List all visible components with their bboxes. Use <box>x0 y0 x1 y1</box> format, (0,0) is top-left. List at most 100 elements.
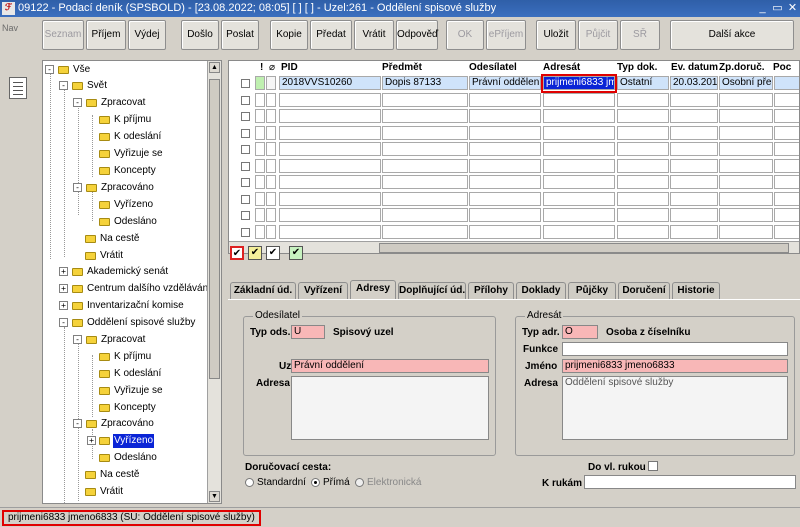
eprijem-button[interactable]: ePříjem <box>486 20 526 50</box>
grid-cell[interactable] <box>670 125 718 140</box>
grid-cell[interactable] <box>719 109 773 123</box>
grid-cell[interactable] <box>469 191 541 206</box>
grid-cell[interactable] <box>617 191 669 206</box>
grid-cell[interactable] <box>382 142 468 156</box>
grid-cell[interactable] <box>617 125 669 140</box>
tab-doplnujici[interactable]: Doplňující úd. <box>398 282 466 299</box>
grid-cell[interactable] <box>382 191 468 206</box>
grid-cell[interactable] <box>279 175 381 189</box>
grid-cell[interactable] <box>469 109 541 123</box>
grid-cell[interactable] <box>382 208 468 222</box>
grid-cell[interactable] <box>469 125 541 140</box>
row-checkbox[interactable] <box>241 112 250 121</box>
ulozit-button[interactable]: Uložit <box>536 20 576 50</box>
grid-cell[interactable] <box>774 158 799 173</box>
grid-cell[interactable] <box>255 208 265 222</box>
odpoved-button[interactable]: Odpověď <box>396 20 438 50</box>
grid-cell[interactable] <box>279 158 381 173</box>
grid-cell[interactable] <box>382 175 468 189</box>
ok-button[interactable]: OK <box>446 20 484 50</box>
grid-cell[interactable] <box>279 92 381 107</box>
grid-cell[interactable] <box>719 142 773 156</box>
grid-cell[interactable] <box>617 92 669 107</box>
grid-cell[interactable] <box>382 224 468 239</box>
grid-cell[interactable] <box>543 208 615 222</box>
grid-cell[interactable] <box>266 175 276 189</box>
grid-cell[interactable] <box>774 109 799 123</box>
scroll-down-icon[interactable]: ▼ <box>209 491 220 502</box>
typ-ods-field[interactable]: U <box>291 325 325 339</box>
grid-cell[interactable] <box>469 92 541 107</box>
grid-cell[interactable] <box>543 175 615 189</box>
radio-standardni[interactable] <box>245 478 254 487</box>
tab-zakladni[interactable]: Základní úd. <box>230 282 296 299</box>
grid-cell[interactable] <box>255 142 265 156</box>
grid-cell[interactable] <box>617 208 669 222</box>
tree-scrollbar[interactable]: ▲ ▼ <box>207 61 221 503</box>
tab-doruceni[interactable]: Doručení <box>618 282 670 299</box>
dalsi-akce-button[interactable]: Další akce <box>670 20 794 50</box>
grid-cell[interactable] <box>774 125 799 140</box>
prijem-button[interactable]: Příjem <box>86 20 126 50</box>
tab-pujcky[interactable]: Půjčky <box>568 282 616 299</box>
filter-checkbox-red[interactable]: ✔ <box>230 246 244 260</box>
vratit-button[interactable]: Vrátit <box>354 20 394 50</box>
grid-cell[interactable] <box>617 142 669 156</box>
tab-doklady[interactable]: Doklady <box>516 282 566 299</box>
grid-cell[interactable] <box>774 175 799 189</box>
grid-cell[interactable] <box>543 224 615 239</box>
scroll-thumb[interactable] <box>379 243 789 253</box>
row-checkbox[interactable] <box>241 95 250 105</box>
grid-cell[interactable] <box>719 92 773 107</box>
row-checkbox[interactable] <box>241 227 250 237</box>
grid-cell[interactable] <box>543 191 615 206</box>
grid-cell[interactable] <box>382 92 468 107</box>
row-checkbox[interactable] <box>241 211 250 220</box>
jmeno-field[interactable]: prijmeni6833 jmeno6833 <box>562 359 788 373</box>
grid-cell[interactable] <box>279 109 381 123</box>
grid-cell[interactable] <box>382 125 468 140</box>
grid-cell[interactable] <box>543 125 615 140</box>
tab-adresy[interactable]: Adresy <box>350 280 396 300</box>
filter-checkbox-white[interactable]: ✔ <box>266 246 280 260</box>
grid-cell[interactable] <box>719 208 773 222</box>
predat-button[interactable]: Předat <box>310 20 352 50</box>
grid-cell[interactable] <box>255 92 265 107</box>
grid-cell[interactable] <box>266 142 276 156</box>
grid-cell[interactable] <box>266 208 276 222</box>
grid-cell[interactable] <box>255 191 265 206</box>
paperclip-icon[interactable]: ⌀ <box>269 61 279 74</box>
scroll-thumb[interactable] <box>209 79 220 379</box>
adresat-adresa-field[interactable]: Oddělení spisové služby <box>562 376 788 440</box>
row-checkbox[interactable] <box>241 145 250 154</box>
grid-cell[interactable] <box>774 224 799 239</box>
cell-ev-datum[interactable]: 20.03.2018 <box>670 76 718 90</box>
grid-cell[interactable] <box>719 175 773 189</box>
scroll-up-icon[interactable]: ▲ <box>209 62 220 73</box>
grid-cell[interactable] <box>670 175 718 189</box>
kopie-button[interactable]: Kopie <box>270 20 308 50</box>
grid-cell[interactable] <box>543 142 615 156</box>
grid-cell[interactable] <box>670 92 718 107</box>
column-header[interactable]: Odesílatel <box>469 61 539 74</box>
close-button[interactable]: ✕ <box>785 1 800 15</box>
grid-cell[interactable] <box>543 92 615 107</box>
filter-checkbox-yellow[interactable]: ✔ <box>248 246 262 260</box>
grid-cell[interactable] <box>719 191 773 206</box>
grid-cell[interactable] <box>719 158 773 173</box>
grid-cell[interactable] <box>670 208 718 222</box>
grid-cell[interactable] <box>279 125 381 140</box>
k-rukam-field[interactable] <box>584 475 796 489</box>
grid-cell[interactable] <box>255 158 265 173</box>
tab-vyrizeni[interactable]: Vyřízení <box>298 282 348 299</box>
uzel-field[interactable]: Právní oddělení <box>291 359 489 373</box>
column-header[interactable]: ! <box>260 61 268 74</box>
grid-cell[interactable] <box>279 191 381 206</box>
grid-cell[interactable] <box>617 224 669 239</box>
grid-cell[interactable] <box>266 109 276 123</box>
tab-historie[interactable]: Historie <box>672 282 720 299</box>
grid-cell[interactable] <box>266 158 276 173</box>
typ-adr-field[interactable]: O <box>562 325 598 339</box>
grid-cell[interactable] <box>774 92 799 107</box>
column-header[interactable]: Adresát <box>543 61 613 74</box>
